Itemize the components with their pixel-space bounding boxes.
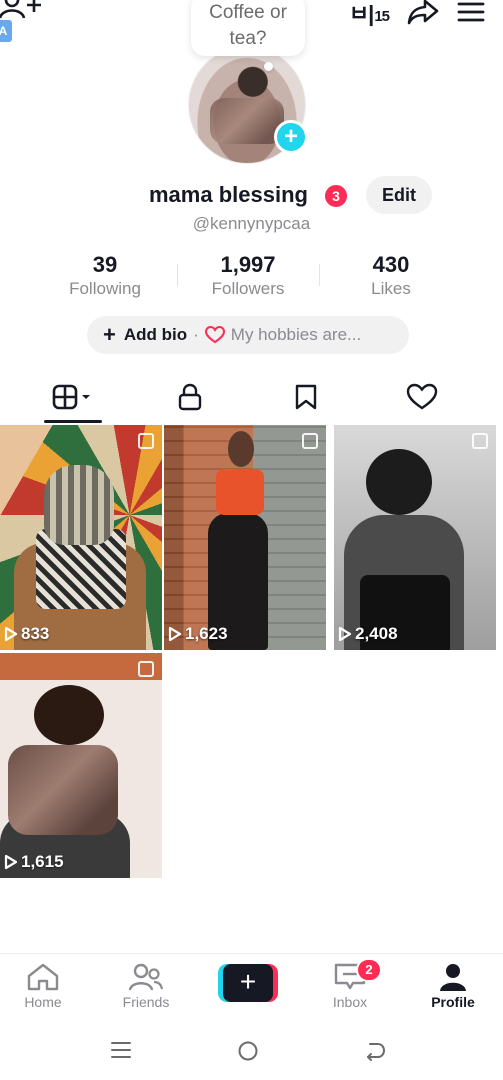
- photo-mode-icon: [302, 433, 318, 449]
- profile-name: mama blessing: [149, 182, 308, 207]
- play-icon: [4, 626, 18, 642]
- photo-mode-icon: [472, 433, 488, 449]
- video-thumbnail[interactable]: 1,615: [0, 653, 162, 878]
- nav-inbox-label: Inbox: [332, 994, 368, 1010]
- stat-value: 1,997: [220, 252, 276, 277]
- play-icon: [4, 854, 18, 870]
- note-bubble[interactable]: Coffee or tea?: [191, 0, 305, 56]
- friends-icon: [129, 963, 163, 991]
- play-icon: [338, 626, 352, 642]
- play-icon: [168, 626, 182, 642]
- tab-saved[interactable]: [243, 370, 368, 424]
- bio-hobby-prompt: My hobbies are...: [230, 325, 362, 344]
- bio-separator: ·: [193, 325, 199, 344]
- create-button[interactable]: +: [218, 964, 278, 1002]
- nav-home-label: Home: [24, 994, 62, 1010]
- nav-inbox[interactable]: 2 Inbox: [300, 958, 400, 1010]
- photo-mode-icon: [138, 661, 154, 677]
- video-thumbnail[interactable]: 833: [0, 425, 162, 650]
- grid-icon: [52, 384, 90, 410]
- add-bio-label: Add bio: [123, 325, 188, 344]
- plus-icon: +: [283, 123, 298, 150]
- creator-tools-label: ㅂ|: [348, 1, 374, 26]
- home-icon: [27, 963, 59, 991]
- stat-likes[interactable]: 430 Likes: [316, 252, 466, 300]
- stat-value: 39: [92, 252, 118, 277]
- stat-label: Followers: [211, 279, 285, 298]
- profile-icon: [440, 964, 466, 991]
- chevron-down-icon: [81, 395, 90, 399]
- nav-home[interactable]: Home: [0, 962, 93, 1010]
- tab-videos[interactable]: [10, 370, 135, 424]
- avatar-image-detail: [210, 98, 284, 144]
- view-count: 833: [4, 624, 49, 644]
- avatar-container[interactable]: +: [188, 46, 308, 164]
- plus-icon: +: [103, 322, 116, 347]
- nav-profile-label: Profile: [431, 994, 475, 1010]
- view-count-value: 1,615: [21, 852, 64, 871]
- video-thumbnail[interactable]: 2,408: [334, 425, 496, 650]
- notification-badge[interactable]: 3: [322, 182, 350, 210]
- stat-value: 430: [372, 252, 410, 277]
- tab-private[interactable]: [127, 370, 252, 424]
- creator-tools-button[interactable]: ㅂ| 15: [348, 0, 390, 28]
- active-tab-indicator: [44, 420, 102, 423]
- heart-outline-icon: [204, 326, 225, 344]
- hamburger-icon[interactable]: [457, 1, 485, 23]
- view-count-value: 2,408: [355, 624, 398, 643]
- top-right-actions: ㅂ| 15: [349, 0, 485, 28]
- plus-icon: +: [223, 964, 273, 1002]
- note-line-2: tea?: [229, 28, 267, 49]
- edit-profile-button[interactable]: Edit: [366, 176, 432, 214]
- profile-tabs: [0, 370, 503, 424]
- view-count: 2,408: [338, 624, 398, 644]
- bottom-nav: Home Friends + 2 Inbox Profile: [0, 953, 503, 1019]
- creator-tools-count: 15: [374, 8, 390, 25]
- stat-followers[interactable]: 1,997 Followers: [173, 252, 323, 300]
- bookmark-icon: [295, 384, 316, 410]
- inbox-badge: 2: [356, 958, 382, 982]
- add-bio-button[interactable]: + Add bio · My hobbies are...: [87, 316, 409, 354]
- recent-apps-icon[interactable]: [110, 1040, 132, 1060]
- view-count-value: 833: [21, 624, 50, 643]
- translate-chip[interactable]: A: [0, 20, 12, 42]
- stat-label: Likes: [371, 279, 411, 298]
- view-count: 1,623: [168, 624, 228, 644]
- lock-icon: [178, 383, 201, 411]
- bubble-tail: [262, 62, 276, 76]
- view-count: 1,615: [4, 852, 64, 872]
- nav-friends-label: Friends: [122, 994, 170, 1010]
- stat-following[interactable]: 39 Following: [30, 252, 180, 300]
- username: @kennynypcaa: [192, 214, 311, 233]
- home-circle-icon[interactable]: [237, 1040, 259, 1062]
- profile-stats: 39 Following 1,997 Followers 430 Likes: [0, 252, 503, 304]
- add-story-button[interactable]: +: [274, 120, 308, 154]
- system-nav-bar: [0, 1022, 503, 1080]
- nav-profile[interactable]: Profile: [403, 962, 503, 1010]
- view-count-value: 1,623: [185, 624, 228, 643]
- share-arrow-icon[interactable]: [407, 0, 439, 25]
- heart-icon: [406, 383, 437, 410]
- stat-label: Following: [69, 279, 141, 298]
- back-icon[interactable]: [364, 1040, 386, 1062]
- nav-friends[interactable]: Friends: [96, 962, 196, 1010]
- profile-name-row: mama blessing 3 Edit: [0, 176, 503, 216]
- video-thumbnail[interactable]: 1,623: [164, 425, 326, 650]
- photo-mode-icon: [138, 433, 154, 449]
- note-line-1: Coffee or: [209, 2, 287, 23]
- tab-liked[interactable]: [359, 370, 484, 424]
